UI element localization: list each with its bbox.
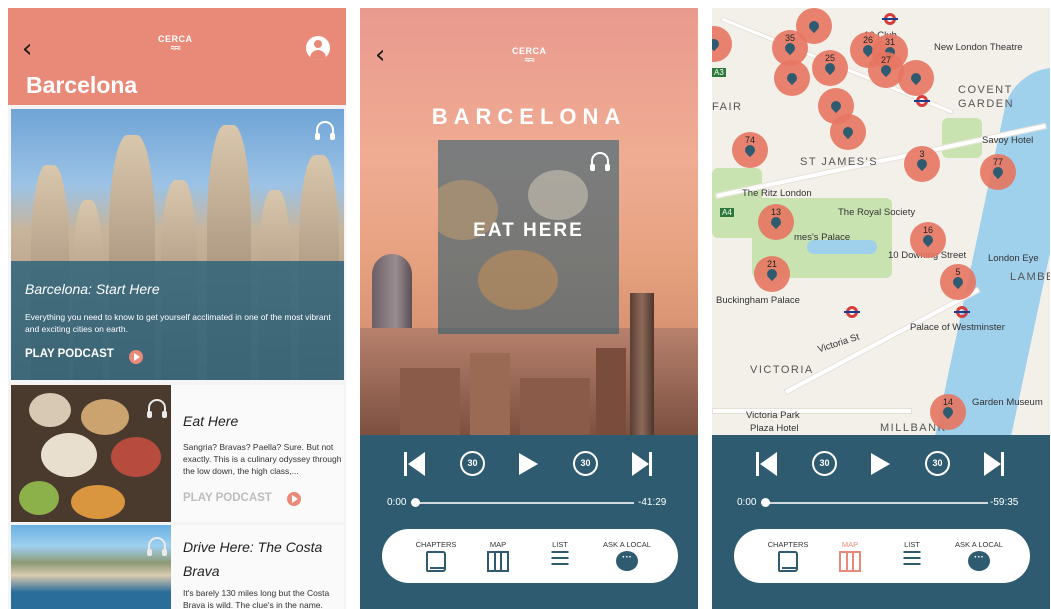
featured-info-panel: Barcelona: Start Here Everything you nee… — [11, 261, 344, 380]
book-icon — [426, 551, 446, 572]
tab-list[interactable]: LIST — [542, 529, 578, 583]
progress-knob[interactable] — [411, 498, 420, 507]
card-title: Eat Here — [183, 413, 239, 429]
cerca-logo: CERCA ≈≈ — [158, 34, 193, 54]
bottom-tab-bar: CHAPTERS MAP LIST ASK A LOCAL ··· — [382, 529, 678, 583]
chat-bubble-icon: ··· — [968, 551, 990, 571]
list-icon — [903, 551, 921, 565]
podcast-card-drive-here[interactable]: Drive Here: The Costa Brava It's barely … — [11, 525, 344, 609]
coast-image — [11, 525, 171, 609]
tab-map[interactable]: MAP — [830, 529, 870, 583]
underground-icon — [954, 306, 970, 318]
previous-track-button[interactable] — [404, 452, 426, 476]
rewind-30-button[interactable]: 30 — [460, 451, 485, 476]
map-pin[interactable]: 21 — [754, 256, 790, 292]
underground-icon — [882, 13, 898, 25]
food-image — [11, 385, 171, 522]
back-arrow-icon[interactable]: ‹ — [22, 36, 32, 62]
player-screen: ‹ CERCA ≈≈ BARCELONA EAT HERE 30 30 0:00… — [360, 8, 698, 609]
map-pin[interactable]: 25 — [812, 50, 848, 86]
featured-podcast-card[interactable]: Barcelona: Start Here Everything you nee… — [11, 109, 344, 380]
page-title: Barcelona — [26, 72, 138, 98]
forward-30-button[interactable]: 30 — [573, 451, 598, 476]
back-arrow-icon[interactable]: ‹ — [375, 42, 385, 68]
columbus-monument-image — [630, 293, 654, 438]
headphones-icon — [315, 121, 335, 140]
episode-artwork: EAT HERE — [438, 140, 619, 334]
map-pin[interactable] — [774, 60, 810, 96]
play-button[interactable] — [871, 453, 890, 475]
city-heading: BARCELONA — [431, 104, 627, 129]
card-title: Drive Here: The Costa Brava — [183, 539, 323, 579]
map-pin[interactable] — [830, 114, 866, 150]
chat-bubble-icon: ··· — [616, 551, 638, 571]
list-icon — [551, 551, 569, 565]
progress-track[interactable] — [412, 502, 634, 504]
play-circle-icon[interactable] — [129, 350, 143, 364]
podcast-list-screen: ‹ CERCA ≈≈ Barcelona Barcelona: Start He… — [8, 8, 346, 609]
map-pin[interactable]: 14 — [930, 394, 966, 430]
cerca-logo: CERCA ≈≈ — [512, 46, 547, 66]
remaining-time: -41:29 — [638, 497, 667, 508]
play-podcast-button[interactable]: PLAY PODCAST — [183, 492, 272, 504]
app-header: ‹ CERCA ≈≈ Barcelona — [8, 8, 346, 105]
bottom-tab-bar: CHAPTERS MAP LIST ASK A LOCAL ··· — [734, 529, 1030, 583]
map-pin[interactable] — [712, 26, 732, 62]
map-icon — [487, 551, 509, 572]
podcast-card-eat-here[interactable]: Eat Here Sangria? Bravas? Paella? Sure. … — [11, 385, 344, 522]
tab-ask-a-local[interactable]: ASK A LOCAL ··· — [594, 529, 660, 583]
tab-ask-a-local[interactable]: ASK A LOCAL ··· — [946, 529, 1012, 583]
play-button[interactable] — [519, 453, 538, 475]
headphones-icon — [147, 537, 167, 556]
tab-map[interactable]: MAP — [478, 529, 518, 583]
map-pin[interactable]: 74 — [732, 132, 768, 168]
episode-title: EAT HERE — [473, 220, 584, 241]
current-time: 0:00 — [387, 497, 407, 508]
book-icon — [778, 551, 798, 572]
progress-track[interactable] — [762, 502, 988, 504]
next-track-button[interactable] — [984, 452, 1006, 476]
card-description: It's barely 130 miles long but the Costa… — [183, 588, 330, 609]
play-circle-icon[interactable] — [287, 492, 301, 506]
green-park — [712, 168, 762, 238]
remaining-time: -59:35 — [990, 497, 1019, 508]
map-screen: 10 Club New London Theatre COVENT GARDEN… — [712, 8, 1050, 609]
underground-icon — [914, 95, 930, 107]
map-pin[interactable]: 16 — [910, 222, 946, 258]
progress-knob[interactable] — [761, 498, 770, 507]
logo-swirl-icon: ≈≈ — [170, 43, 181, 54]
current-time: 0:00 — [737, 497, 757, 508]
rewind-30-button[interactable]: 30 — [812, 451, 837, 476]
featured-description: Everything you need to know to get yours… — [25, 312, 331, 334]
featured-title: Barcelona: Start Here — [25, 281, 160, 297]
tab-list[interactable]: LIST — [894, 529, 930, 583]
map-pin[interactable]: 5 — [940, 264, 976, 300]
map-pin[interactable]: 13 — [758, 204, 794, 240]
headphones-icon — [590, 152, 610, 171]
map-pin[interactable]: 3 — [904, 146, 940, 182]
map-icon — [839, 551, 861, 572]
map-pin[interactable]: 77 — [980, 154, 1016, 190]
previous-track-button[interactable] — [756, 452, 778, 476]
headphones-icon — [147, 399, 167, 418]
london-map[interactable]: 10 Club New London Theatre COVENT GARDEN… — [712, 8, 1050, 438]
logo-swirl-icon: ≈≈ — [524, 55, 535, 66]
underground-icon — [844, 306, 860, 318]
card-description: Sangria? Bravas? Paella? Sure. But not e… — [183, 442, 342, 476]
user-avatar-icon[interactable] — [306, 36, 330, 60]
tab-chapters[interactable]: CHAPTERS — [756, 529, 820, 583]
next-track-button[interactable] — [632, 452, 654, 476]
forward-30-button[interactable]: 30 — [925, 451, 950, 476]
tab-chapters[interactable]: CHAPTERS — [404, 529, 468, 583]
map-pin[interactable] — [898, 60, 934, 96]
play-podcast-button[interactable]: PLAY PODCAST — [25, 348, 114, 360]
